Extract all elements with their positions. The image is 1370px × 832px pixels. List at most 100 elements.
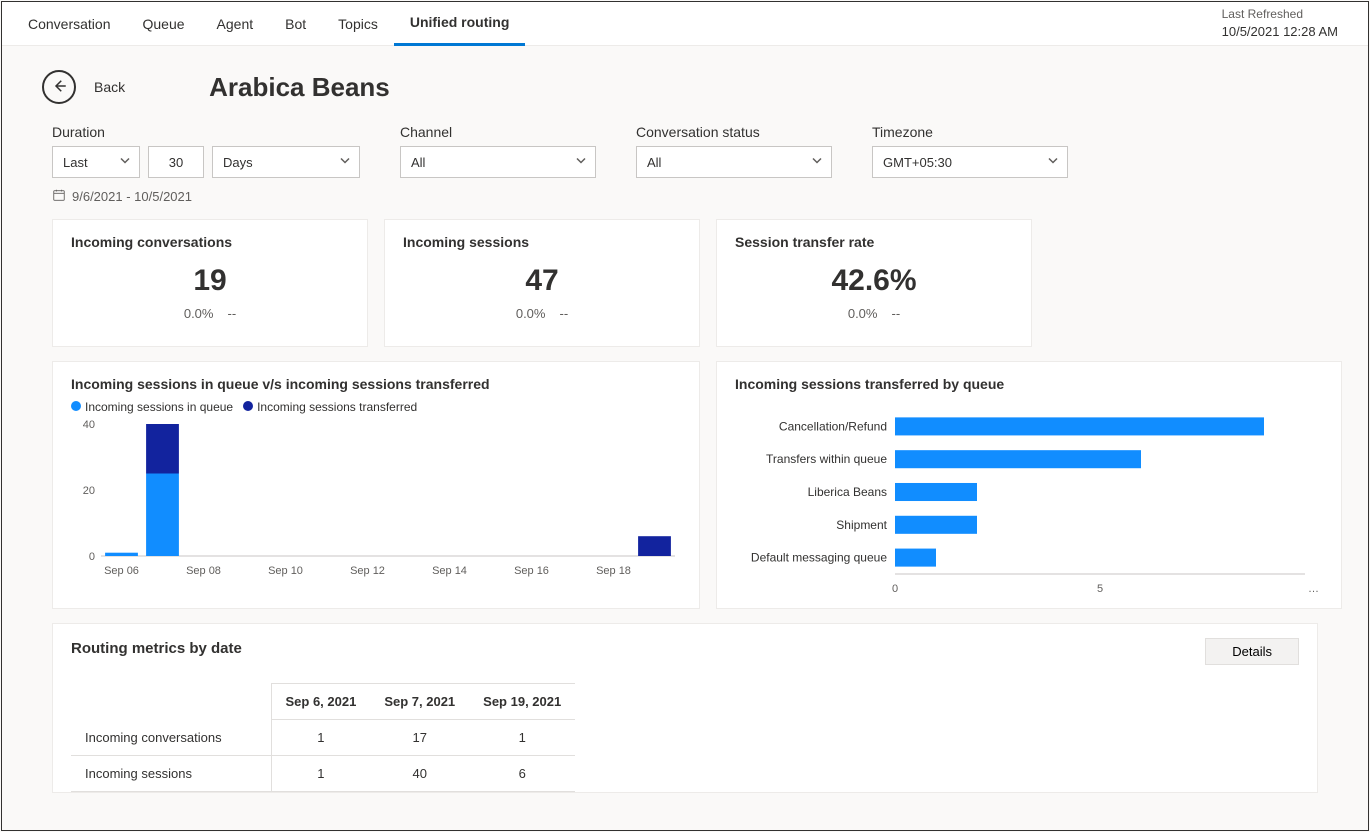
- date-range-text: 9/6/2021 - 10/5/2021: [72, 189, 192, 204]
- svg-text:Sep 10: Sep 10: [268, 565, 303, 577]
- filter-duration-label: Duration: [52, 124, 360, 140]
- filter-channel: Channel All: [400, 124, 596, 178]
- svg-text:Liberica Beans: Liberica Beans: [808, 485, 887, 499]
- kpi-pct: 0.0%: [848, 306, 878, 321]
- svg-text:0: 0: [892, 583, 898, 595]
- date-range: 9/6/2021 - 10/5/2021: [2, 182, 1368, 205]
- table-col: Sep 7, 2021: [370, 684, 469, 720]
- svg-text:20: 20: [83, 485, 95, 497]
- svg-text:Sep 08: Sep 08: [186, 565, 221, 577]
- channel-select[interactable]: All: [400, 146, 596, 178]
- table-col: Sep 19, 2021: [469, 684, 575, 720]
- calendar-icon: [52, 188, 66, 205]
- tab-agent[interactable]: Agent: [201, 2, 270, 46]
- duration-count-value: 30: [169, 155, 183, 170]
- routing-metrics-card: Routing metrics by date Details Sep 6, 2…: [52, 623, 1318, 793]
- legend-item: Incoming sessions transferred: [257, 400, 417, 414]
- legend-swatch-icon: [71, 401, 81, 411]
- status-value: All: [647, 155, 661, 170]
- cell: 1: [271, 720, 370, 756]
- chart-sessions-stacked: Incoming sessions in queue v/s incoming …: [52, 361, 700, 609]
- chevron-down-icon: [575, 155, 587, 170]
- duration-unit-select[interactable]: Days: [212, 146, 360, 178]
- svg-text:Sep 12: Sep 12: [350, 565, 385, 577]
- duration-unit-value: Days: [223, 155, 253, 170]
- chevron-down-icon: [811, 155, 823, 170]
- horizontal-bar-chart: Cancellation/Refund Transfers within queu…: [735, 400, 1325, 600]
- table-title: Routing metrics by date: [71, 640, 1299, 657]
- svg-text:Sep 18: Sep 18: [596, 565, 631, 577]
- details-button[interactable]: Details: [1205, 638, 1299, 665]
- kpi-title: Session transfer rate: [735, 234, 1013, 250]
- cell: 40: [370, 756, 469, 792]
- timezone-value: GMT+05:30: [883, 155, 952, 170]
- last-refreshed-label: Last Refreshed: [1222, 6, 1338, 23]
- tab-unified-routing[interactable]: Unified routing: [394, 2, 526, 46]
- duration-count-input[interactable]: 30: [148, 146, 204, 178]
- kpi-pct: 0.0%: [516, 306, 546, 321]
- cell: 1: [469, 720, 575, 756]
- kpi-value: 42.6%: [735, 264, 1013, 298]
- back-label[interactable]: Back: [94, 79, 125, 95]
- svg-text:Default messaging queue: Default messaging queue: [751, 551, 887, 565]
- tab-topics[interactable]: Topics: [322, 2, 394, 46]
- cell: 1: [271, 756, 370, 792]
- svg-text:…: …: [1308, 583, 1319, 595]
- filter-conversation-status: Conversation status All: [636, 124, 832, 178]
- cell: 6: [469, 756, 575, 792]
- filter-status-label: Conversation status: [636, 124, 832, 140]
- svg-text:5: 5: [1097, 583, 1103, 595]
- last-refreshed: Last Refreshed 10/5/2021 12:28 AM: [1222, 6, 1358, 41]
- top-tabs: Conversation Queue Agent Bot Topics Unif…: [2, 2, 1368, 46]
- svg-text:40: 40: [83, 420, 95, 431]
- chart-title: Incoming sessions in queue v/s incoming …: [71, 376, 681, 392]
- kpi-delta: --: [227, 306, 236, 321]
- svg-text:Sep 06: Sep 06: [104, 565, 139, 577]
- arrow-left-icon: [50, 77, 68, 98]
- svg-text:Shipment: Shipment: [836, 518, 887, 532]
- duration-mode-value: Last: [63, 155, 88, 170]
- stacked-bar-chart: 0 20 40 Sep 06 Sep 08 Sep 10 Sep 12 Sep 14 Sep 1…: [71, 420, 681, 580]
- svg-text:Cancellation/Refund: Cancellation/Refund: [779, 419, 887, 433]
- tab-bot[interactable]: Bot: [269, 2, 322, 46]
- row-label: Incoming conversations: [71, 720, 271, 756]
- tab-queue[interactable]: Queue: [127, 2, 201, 46]
- kpi-delta: --: [559, 306, 568, 321]
- svg-text:0: 0: [89, 551, 95, 563]
- channel-value: All: [411, 155, 425, 170]
- kpi-incoming-sessions: Incoming sessions 47 0.0% --: [384, 219, 700, 347]
- table-row: Incoming conversations 1 17 1: [71, 720, 575, 756]
- chevron-down-icon: [1047, 155, 1059, 170]
- legend-item: Incoming sessions in queue: [85, 400, 233, 414]
- legend-swatch-icon: [243, 401, 253, 411]
- chart-transferred-by-queue: Incoming sessions transferred by queue C…: [716, 361, 1342, 609]
- routing-metrics-table: Sep 6, 2021 Sep 7, 2021 Sep 19, 2021 Inc…: [71, 683, 575, 792]
- timezone-select[interactable]: GMT+05:30: [872, 146, 1068, 178]
- kpi-title: Incoming sessions: [403, 234, 681, 250]
- row-label: Incoming sessions: [71, 756, 271, 792]
- chevron-down-icon: [339, 155, 351, 170]
- filter-duration: Duration Last 30 Days: [52, 124, 360, 178]
- duration-mode-select[interactable]: Last: [52, 146, 140, 178]
- kpi-title: Incoming conversations: [71, 234, 349, 250]
- kpi-delta: --: [891, 306, 900, 321]
- kpi-incoming-conversations: Incoming conversations 19 0.0%--: [52, 219, 368, 347]
- kpi-value: 47: [403, 264, 681, 298]
- filter-timezone: Timezone GMT+05:30: [872, 124, 1068, 178]
- back-button[interactable]: [42, 70, 76, 104]
- kpi-pct: 0.0%: [184, 306, 214, 321]
- filter-timezone-label: Timezone: [872, 124, 1068, 140]
- svg-text:Sep 16: Sep 16: [514, 565, 549, 577]
- page-title: Arabica Beans: [209, 72, 390, 103]
- chart-title: Incoming sessions transferred by queue: [735, 376, 1323, 392]
- status-select[interactable]: All: [636, 146, 832, 178]
- svg-text:Sep 14: Sep 14: [432, 565, 467, 577]
- table-row: Incoming sessions 1 40 6: [71, 756, 575, 792]
- svg-text:Transfers within queue: Transfers within queue: [766, 452, 887, 466]
- cell: 17: [370, 720, 469, 756]
- filter-channel-label: Channel: [400, 124, 596, 140]
- tab-conversation[interactable]: Conversation: [12, 2, 127, 46]
- kpi-session-transfer-rate: Session transfer rate 42.6% 0.0% --: [716, 219, 1032, 347]
- last-refreshed-value: 10/5/2021 12:28 AM: [1222, 23, 1338, 41]
- table-col: Sep 6, 2021: [271, 684, 370, 720]
